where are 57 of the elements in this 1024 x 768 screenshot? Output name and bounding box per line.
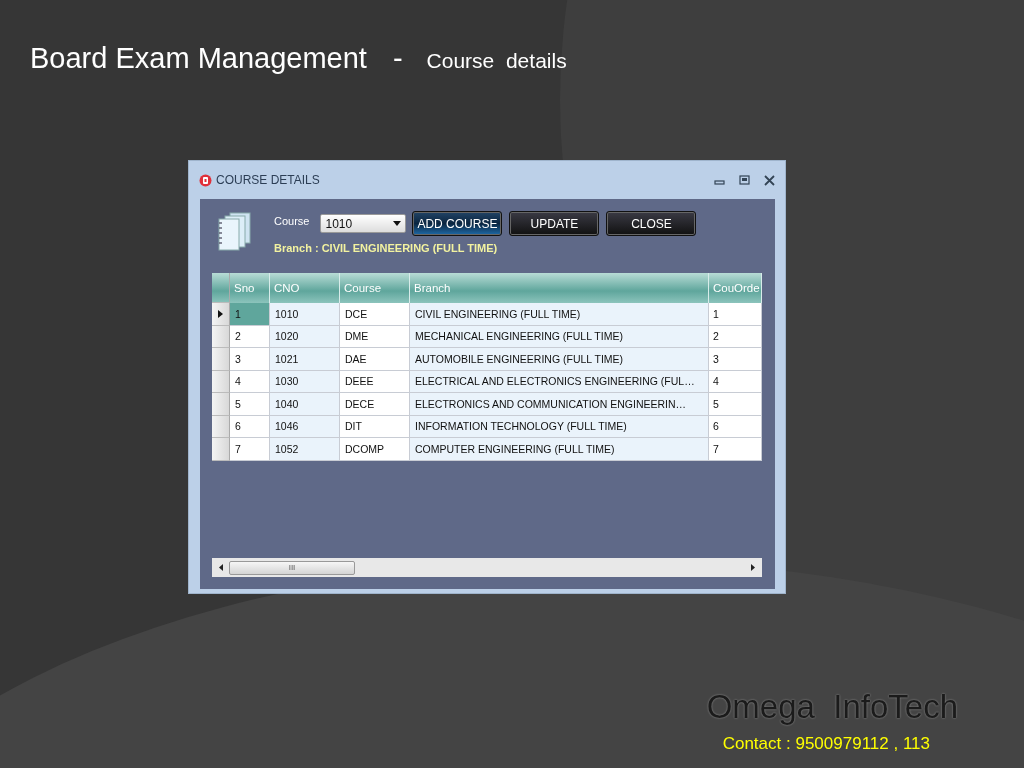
scroll-thumb[interactable]: III [229, 560, 355, 575]
table-cell: MECHANICAL ENGINEERING (FULL TIME) [410, 325, 709, 348]
table-cell: DCOMP [340, 438, 410, 461]
table-cell: 3 [709, 348, 762, 371]
branch-info: Branch : CIVIL ENGINEERING (FULL TIME) [274, 242, 499, 254]
table-cell: DIT [340, 415, 410, 438]
table-cell: ELECTRONICS AND COMMUNICATION ENGINEERIN… [410, 393, 709, 416]
horizontal-scrollbar[interactable]: III [212, 558, 762, 577]
table-cell: 6 [709, 415, 762, 438]
table-cell: 6 [230, 415, 270, 438]
table-cell: 5 [709, 393, 762, 416]
maximize-icon[interactable] [739, 174, 750, 186]
table-cell: DEEE [340, 370, 410, 393]
table-cell: 4 [709, 370, 762, 393]
table-cell: 4 [230, 370, 270, 393]
table-cell: AUTOMOBILE ENGINEERING (FULL TIME) [410, 348, 709, 371]
table-cell: 1046 [270, 415, 340, 438]
row-header[interactable] [212, 303, 230, 326]
slide-title: Board Exam Management [30, 42, 367, 75]
table-cell: 1020 [270, 325, 340, 348]
app-logo-icon [199, 173, 212, 187]
table-cell: DCE [340, 303, 410, 326]
table-cell: 1010 [270, 303, 340, 326]
table-cell: INFORMATION TECHNOLOGY (FULL TIME) [410, 415, 709, 438]
table-cell: DME [340, 325, 410, 348]
table-cell: 1040 [270, 393, 340, 416]
table-cell: 5 [230, 393, 270, 416]
scroll-right-icon[interactable] [751, 564, 755, 571]
course-label: Course [274, 214, 310, 227]
action-button[interactable]: CLOSE [606, 211, 697, 236]
table-cell: 1052 [270, 438, 340, 461]
notebook-stack-icon [216, 211, 254, 251]
table-cell: 7 [709, 438, 762, 461]
table-cell: 1 [230, 303, 270, 326]
action-button[interactable]: ADD COURSE [412, 211, 503, 236]
table-cell: 1030 [270, 370, 340, 393]
scroll-left-icon[interactable] [219, 564, 223, 571]
contact-info: Contact : 9500979112 , 113 [722, 734, 930, 754]
row-pointer-icon [218, 309, 223, 318]
close-icon[interactable] [764, 174, 775, 186]
dropdown-caret-icon[interactable] [393, 221, 402, 226]
table-cell: 2 [230, 325, 270, 348]
action-button[interactable]: UPDATE [509, 211, 600, 236]
table-cell: DECE [340, 393, 410, 416]
title-separator: - [392, 42, 403, 75]
table-cell: 2 [709, 325, 762, 348]
table-cell: COMPUTER ENGINEERING (FULL TIME) [410, 438, 709, 461]
table-cell: 3 [230, 348, 270, 371]
table-cell: 1021 [270, 348, 340, 371]
table-cell: 1 [709, 303, 762, 326]
table-cell: CIVIL ENGINEERING (FULL TIME) [410, 303, 709, 326]
course-dropdown[interactable]: 1010 [320, 214, 407, 233]
table-cell: 7 [230, 438, 270, 461]
window-title: COURSE DETAILS [216, 173, 320, 187]
slide-subtitle: Course details [426, 49, 567, 73]
table-cell: ELECTRICAL AND ELECTRONICS ENGINEERING (FUL… [410, 370, 709, 393]
table-cell: DAE [340, 348, 410, 371]
